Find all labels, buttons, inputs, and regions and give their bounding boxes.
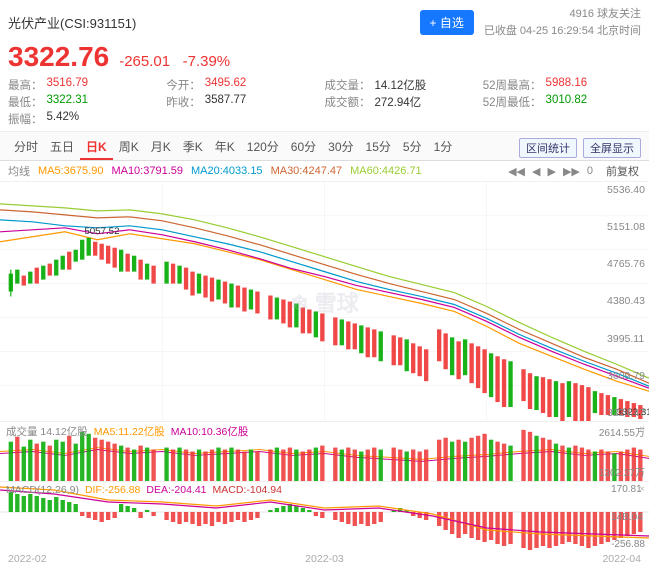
tab-1[interactable]: 1分 — [428, 135, 459, 160]
price-main: 3322.76 — [8, 41, 109, 73]
ma-label: 均线 — [8, 163, 30, 179]
stat-open: 今开： 3495.62 — [166, 77, 324, 93]
macd-title: MACD(12,26,9) — [6, 484, 79, 496]
header-top: 光伏产业(CSI:931151) + 自选 4916 球友关注 已收盘 04-2… — [8, 6, 641, 39]
x-axis-row: 2022-02 2022-03 2022-04 — [0, 552, 649, 566]
tab-bar: 分时 五日 日K 周K 月K 季K 年K 120分 60分 30分 15分 5分… — [0, 132, 649, 161]
tab-jik[interactable]: 季K — [177, 135, 209, 160]
nav-arrows: ◀◀ ◀ ▶ ▶▶ 0 前复权 — [506, 163, 641, 179]
header-right-info: 4916 球友关注 已收盘 04-25 16:29:54 北京时间 — [484, 6, 641, 39]
watchlist-button[interactable]: + 自选 — [420, 10, 474, 35]
stat-52high: 52周最高： 5988.16 — [483, 77, 641, 93]
stats-grid: 最高： 3516.79 今开： 3495.62 成交量： 14.12亿股 52周… — [8, 77, 641, 127]
ma30-label: MA30:4247.47 — [271, 165, 343, 177]
main-chart: 5536.40 5151.08 4765.76 4380.43 3995.11 … — [0, 182, 649, 422]
tab-120[interactable]: 120分 — [241, 135, 285, 160]
tab-zhouk[interactable]: 周K — [113, 135, 145, 160]
main-chart-svg: 5057.52 3322.31 — [0, 182, 649, 421]
nav-first[interactable]: ◀◀ — [506, 165, 527, 178]
stat-amplitude: 振幅： 5.42% — [8, 111, 166, 127]
header: 光伏产业(CSI:931151) + 自选 4916 球友关注 已收盘 04-2… — [0, 0, 649, 132]
stat-52low: 52周最低： 3010.82 — [483, 94, 641, 110]
nav-prev[interactable]: ◀ — [530, 165, 542, 178]
ma20-label: MA20:4033.15 — [191, 165, 263, 177]
tab-niank[interactable]: 年K — [209, 135, 241, 160]
ma-row: 均线 MA5:3675.90 MA10:3791.59 MA20:4033.15… — [0, 161, 649, 182]
macd-chart: MACD(12,26,9) DIF:-256.88 DEA:-204.41 MA… — [0, 482, 649, 552]
stat-prev-close: 昨收： 3587.77 — [166, 94, 324, 110]
followers-count: 4916 球友关注 — [484, 6, 641, 23]
tab-15[interactable]: 15分 — [360, 135, 397, 160]
ma60-label: MA60:4426.71 — [350, 165, 422, 177]
stat-amount: 成交额： 272.94亿 — [325, 94, 483, 110]
x-label-mar: 2022-03 — [305, 553, 344, 565]
macd-close[interactable]: × — [639, 484, 645, 495]
nav-zero[interactable]: 0 — [585, 165, 595, 177]
volume-ma5: MA5:11.22亿股 — [94, 424, 165, 439]
nav-last[interactable]: ▶▶ — [561, 165, 582, 178]
ma5-label: MA5:3675.90 — [38, 165, 103, 177]
ma10-label: MA10:3791.59 — [111, 165, 183, 177]
svg-text:3322.31: 3322.31 — [617, 407, 649, 417]
datetime-label: 已收盘 04-25 16:29:54 北京时间 — [484, 23, 641, 40]
price-row: 3322.76 -265.01 -7.39% — [8, 41, 641, 73]
volume-label-row: 成交量 14.12亿股 MA5:11.22亿股 MA10:10.36亿股 — [6, 424, 248, 439]
fuquan-label[interactable]: 前复权 — [604, 163, 641, 179]
tab-rik[interactable]: 日K — [80, 135, 113, 160]
chart-area: 5536.40 5151.08 4765.76 4380.43 3995.11 … — [0, 182, 649, 566]
svg-text:5057.52: 5057.52 — [84, 226, 119, 236]
x-label-apr: 2022-04 — [602, 553, 641, 565]
volume-chart: 成交量 14.12亿股 MA5:11.22亿股 MA10:10.36亿股 × 2… — [0, 422, 649, 482]
price-change: -265.01 -7.39% — [119, 53, 230, 70]
volume-title: 成交量 14.12亿股 — [6, 424, 88, 439]
volume-close[interactable]: × — [639, 424, 645, 435]
nav-next[interactable]: ▶ — [545, 165, 557, 178]
fullscreen-button[interactable]: 全屏显示 — [583, 138, 641, 158]
tab-right-buttons: 区间统计 全屏显示 — [519, 138, 641, 158]
volume-ma10: MA10:10.36亿股 — [171, 424, 249, 439]
tab-5[interactable]: 5分 — [397, 135, 428, 160]
x-label-feb: 2022-02 — [8, 553, 47, 565]
tab-fenshi[interactable]: 分时 — [8, 135, 44, 160]
stat-high: 最高： 3516.79 — [8, 77, 166, 93]
stat-low: 最低： 3322.31 — [8, 94, 166, 110]
tab-yuek[interactable]: 月K — [145, 135, 177, 160]
macd-dif: DIF:-256.88 — [85, 484, 140, 496]
interval-stats-button[interactable]: 区间统计 — [519, 138, 577, 158]
stock-title: 光伏产业(CSI:931151) — [8, 13, 136, 32]
macd-value: MACD:-104.94 — [213, 484, 282, 496]
tab-wuri[interactable]: 五日 — [44, 135, 80, 160]
tab-60[interactable]: 60分 — [285, 135, 322, 160]
macd-dea: DEA:-204.41 — [146, 484, 206, 496]
tab-30[interactable]: 30分 — [322, 135, 359, 160]
macd-label-row: MACD(12,26,9) DIF:-256.88 DEA:-204.41 MA… — [6, 484, 282, 496]
stat-volume: 成交量： 14.12亿股 — [325, 77, 483, 93]
